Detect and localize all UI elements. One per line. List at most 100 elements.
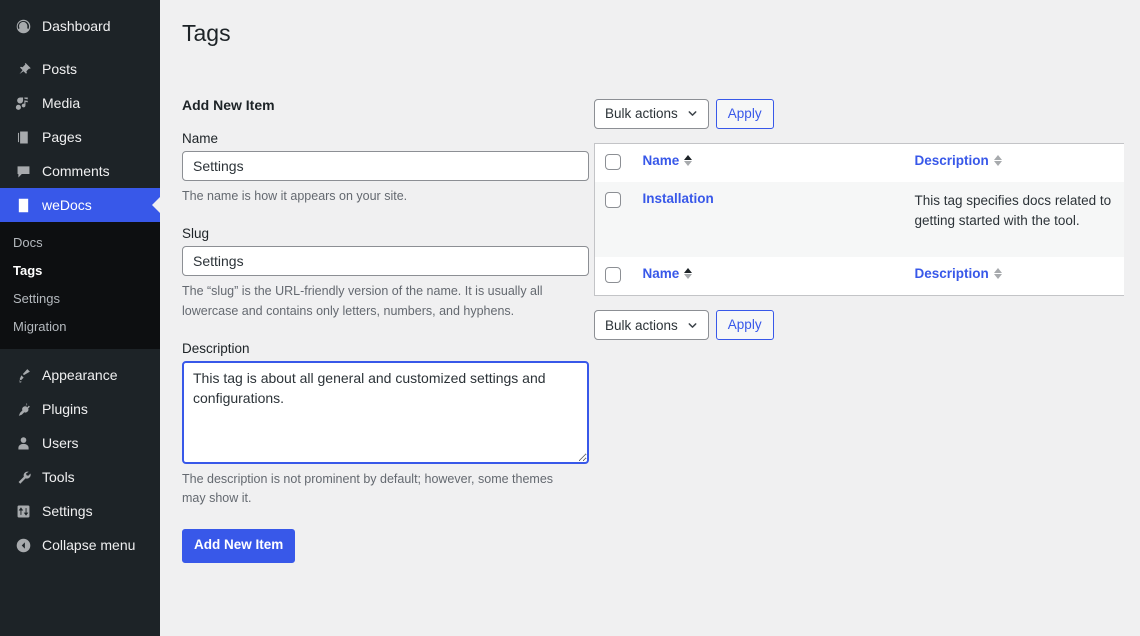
sidebar-item-dashboard[interactable]: Dashboard xyxy=(0,9,160,43)
sidebar-item-appearance[interactable]: Appearance xyxy=(0,358,160,392)
bulk-actions-select-label: Bulk actions xyxy=(605,106,678,122)
tags-table: Name Description Installation This tag s… xyxy=(594,142,1124,297)
sidebar-item-media[interactable]: Media xyxy=(0,86,160,120)
chevron-down-icon xyxy=(687,108,698,119)
sort-by-description-bottom[interactable]: Description xyxy=(915,266,1002,281)
add-new-item-form: Add New Item Name The name is how it app… xyxy=(182,97,594,563)
select-all-checkbox-top[interactable] xyxy=(605,153,621,170)
sidebar-item-tools[interactable]: Tools xyxy=(0,460,160,494)
add-new-item-button[interactable]: Add New Item xyxy=(182,528,296,563)
column-label: Name xyxy=(642,266,680,282)
sidebar-item-label: Pages xyxy=(42,129,82,145)
sidebar-item-label: weDocs xyxy=(42,197,92,213)
submenu-item-tags[interactable]: Tags xyxy=(0,256,160,284)
table-footer-row: Name Description xyxy=(594,257,1124,296)
row-name-cell: Installation xyxy=(632,181,905,258)
sidebar-item-wedocs[interactable]: weDocs xyxy=(0,188,160,222)
sidebar-item-label: Plugins xyxy=(42,401,88,417)
document-icon xyxy=(13,195,33,215)
description-field-label: Description xyxy=(182,341,250,357)
sidebar-item-comments[interactable]: Comments xyxy=(0,154,160,188)
sort-asc-arrow xyxy=(684,268,693,274)
sort-arrows-icon xyxy=(684,154,693,166)
pages-icon xyxy=(13,127,33,147)
media-icon xyxy=(13,93,33,113)
sidebar-item-collapse-menu[interactable]: Collapse menu xyxy=(0,528,160,562)
collapse-arrow-icon xyxy=(13,535,33,555)
table-header-row: Name Description xyxy=(594,143,1124,182)
sort-desc-arrow xyxy=(684,274,693,280)
sort-arrows-icon xyxy=(993,268,1002,280)
bulk-actions-bar-top: Bulk actions Apply xyxy=(594,98,1140,129)
admin-screen: Dashboard Posts Media Pages Comments weD… xyxy=(0,0,1140,636)
sort-by-description-top[interactable]: Description xyxy=(915,153,1002,168)
sidebar-item-label: Users xyxy=(42,435,79,451)
row-select-cell xyxy=(594,181,633,258)
slug-input[interactable] xyxy=(182,246,589,277)
user-icon xyxy=(13,433,33,453)
submenu-item-settings[interactable]: Settings xyxy=(0,284,160,312)
sort-desc-arrow xyxy=(993,274,1002,280)
tags-table-panel: Bulk actions Apply Name Description Inst… xyxy=(594,97,1140,341)
sidebar-item-label: Comments xyxy=(42,163,110,179)
sliders-icon xyxy=(13,501,33,521)
sidebar-item-plugins[interactable]: Plugins xyxy=(0,392,160,426)
row-description-cell: This tag specifies docs related to getti… xyxy=(904,181,1124,258)
sidebar-item-label: Posts xyxy=(42,61,78,77)
submenu-item-docs[interactable]: Docs xyxy=(0,228,160,256)
name-field-label: Name xyxy=(182,130,219,146)
row-title-link[interactable]: Installation xyxy=(643,191,714,206)
description-textarea[interactable] xyxy=(182,361,589,465)
apply-button-bottom[interactable]: Apply xyxy=(715,310,774,341)
pin-icon xyxy=(13,59,33,79)
column-label: Description xyxy=(914,266,989,282)
slug-field-help: The “slug” is the URL-friendly version o… xyxy=(182,284,543,318)
sidebar-item-pages[interactable]: Pages xyxy=(0,120,160,154)
sidebar-group-spacer-1 xyxy=(0,43,160,52)
admin-sidebar: Dashboard Posts Media Pages Comments weD… xyxy=(0,0,160,636)
page-title: Tags xyxy=(182,20,231,46)
sidebar-item-label: Tools xyxy=(42,469,75,485)
brush-icon xyxy=(13,365,33,385)
sort-asc-arrow xyxy=(684,154,693,160)
sort-asc-arrow xyxy=(993,268,1002,274)
sidebar-item-label: Settings xyxy=(42,503,93,519)
sort-desc-arrow xyxy=(684,160,693,166)
main-content: Tags Add New Item Name The name is how i… xyxy=(160,0,1140,636)
select-all-checkbox-bottom[interactable] xyxy=(605,267,621,284)
plug-icon xyxy=(13,399,33,419)
form-heading: Add New Item xyxy=(182,96,275,113)
tags-table-body: Installation This tag specifies docs rel… xyxy=(594,181,1124,258)
sidebar-item-settings[interactable]: Settings xyxy=(0,494,160,528)
tags-layout: Add New Item Name The name is how it app… xyxy=(160,49,1140,563)
sidebar-item-posts[interactable]: Posts xyxy=(0,52,160,86)
name-input[interactable] xyxy=(182,150,589,181)
sort-by-name-top[interactable]: Name xyxy=(643,153,693,168)
chevron-down-icon xyxy=(687,320,698,331)
wrench-icon xyxy=(13,467,33,487)
bulk-actions-select-label: Bulk actions xyxy=(605,317,678,333)
bulk-actions-select-top[interactable]: Bulk actions xyxy=(594,98,709,129)
name-field-help: The name is how it appears on your site. xyxy=(182,188,408,203)
sidebar-top-spacer xyxy=(0,0,160,9)
submenu-item-migration[interactable]: Migration xyxy=(0,312,160,340)
apply-button-top[interactable]: Apply xyxy=(715,98,774,129)
sort-arrows-icon xyxy=(993,154,1002,166)
sidebar-item-label: Collapse menu xyxy=(42,537,136,553)
bulk-actions-bar-bottom: Bulk actions Apply xyxy=(594,310,1140,341)
sort-by-name-bottom[interactable]: Name xyxy=(643,266,693,281)
comments-icon xyxy=(13,161,33,181)
sidebar-item-users[interactable]: Users xyxy=(0,426,160,460)
description-column-footer: Description xyxy=(904,257,1124,296)
sidebar-group-spacer-2 xyxy=(0,349,160,358)
description-field-help: The description is not prominent by defa… xyxy=(182,472,554,506)
sidebar-item-label: Dashboard xyxy=(42,18,111,34)
column-label: Name xyxy=(642,152,680,168)
bulk-actions-select-bottom[interactable]: Bulk actions xyxy=(594,310,709,341)
column-label: Description xyxy=(914,152,989,168)
row-checkbox[interactable] xyxy=(605,191,621,208)
sort-desc-arrow xyxy=(993,160,1002,166)
name-column-footer: Name xyxy=(632,257,905,296)
tags-table-head: Name Description xyxy=(594,143,1124,182)
select-all-footer-cell xyxy=(594,257,633,296)
